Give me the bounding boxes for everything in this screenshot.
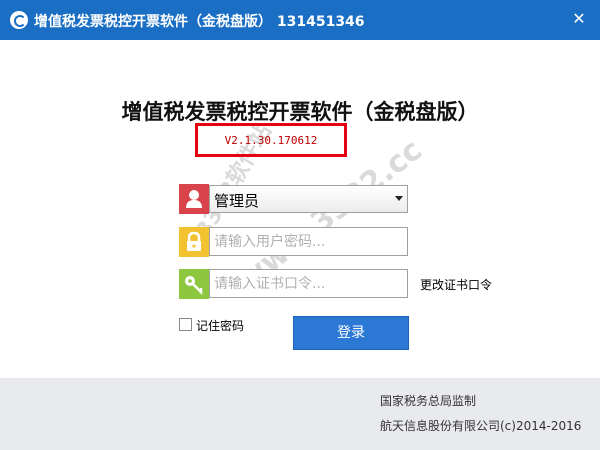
app-title: 增值税发票税控开票软件（金税盘版）	[121, 100, 479, 124]
user-dropdown[interactable]: 管理员	[209, 185, 408, 213]
version-highlight: V2.1.30.170612	[195, 123, 347, 157]
window-title: 增值税发票税控开票软件（金税盘版） 131451346	[34, 14, 365, 30]
change-cert-password-link[interactable]: 更改证书口令	[420, 276, 492, 293]
title-bar: 增值税发票税控开票软件（金税盘版） 131451346 ✕	[0, 0, 600, 40]
close-icon[interactable]: ✕	[570, 10, 588, 28]
login-button[interactable]: 登录	[293, 316, 409, 350]
remember-label[interactable]: 记住密码	[196, 317, 244, 334]
login-panel: 3322软件站 www.3322.cc 增值税发票税控开票软件（金税盘版） V2…	[0, 40, 600, 378]
copyright-text: 航天信息股份有限公司(c)2014-2016	[380, 419, 582, 433]
app-logo-icon	[10, 11, 28, 29]
key-icon	[179, 269, 209, 299]
user-dropdown-value: 管理员	[214, 192, 260, 210]
remember-checkbox[interactable]	[179, 318, 192, 331]
cert-password-input[interactable]	[209, 269, 408, 298]
version-label: V2.1.30.170612	[224, 134, 318, 147]
footer: 国家税务总局监制 航天信息股份有限公司(c)2014-2016	[0, 378, 600, 450]
supervisor-text: 国家税务总局监制	[380, 394, 477, 408]
lock-icon	[179, 227, 209, 257]
password-input[interactable]	[209, 227, 408, 256]
chevron-down-icon[interactable]	[395, 196, 403, 201]
user-icon	[179, 184, 209, 214]
